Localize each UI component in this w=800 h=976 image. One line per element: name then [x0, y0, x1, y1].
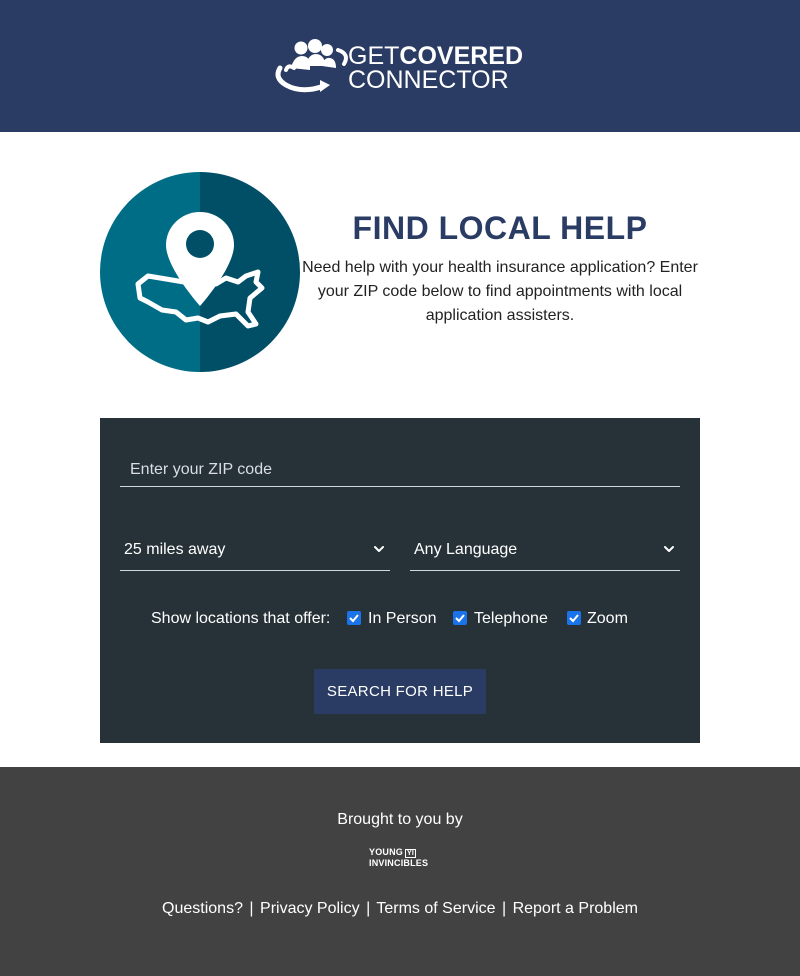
- search-for-help-button[interactable]: SEARCH FOR HELP: [314, 669, 486, 714]
- footer-links: Questions? | Privacy Policy | Terms of S…: [0, 900, 800, 918]
- page-title: FIND LOCAL HELP: [352, 210, 648, 246]
- young-invincibles-logo[interactable]: YOUNG YI INVINCIBLES: [369, 847, 433, 871]
- get-covered-connector-logo[interactable]: GETCOVERED CONNECTOR: [272, 38, 532, 96]
- search-panel: 25 miles away Any Language Show location…: [100, 418, 700, 743]
- privacy-policy-link[interactable]: Privacy Policy: [260, 900, 360, 917]
- language-select[interactable]: Any Language: [410, 533, 680, 571]
- terms-of-service-link[interactable]: Terms of Service: [376, 900, 495, 917]
- telephone-checkbox[interactable]: [453, 611, 467, 625]
- telephone-label[interactable]: Telephone: [474, 610, 548, 628]
- checkmark-icon: [349, 614, 359, 623]
- report-a-problem-link[interactable]: Report a Problem: [513, 900, 638, 917]
- language-select-value: Any Language: [414, 541, 518, 558]
- brought-to-you-by-text: Brought to you by: [337, 811, 463, 828]
- distance-select[interactable]: 25 miles away: [120, 533, 390, 571]
- location-type-filters: Show locations that offer: In Person Tel…: [100, 608, 700, 632]
- top-header: GETCOVERED CONNECTOR: [0, 0, 800, 132]
- zip-code-input[interactable]: [120, 453, 680, 487]
- link-separator: |: [366, 900, 371, 917]
- checkmark-icon: [569, 614, 579, 623]
- checkmark-icon: [455, 614, 465, 623]
- sponsor-line-1: YOUNG YI: [369, 847, 433, 858]
- map-location-pin-icon: [100, 172, 300, 372]
- in-person-checkbox[interactable]: [347, 611, 361, 625]
- zoom-label[interactable]: Zoom: [587, 610, 628, 628]
- page-description: Need help with your health insurance app…: [302, 259, 698, 324]
- logo-wordmark: GETCOVERED CONNECTOR: [348, 44, 523, 94]
- sponsor-young-text: YOUNG: [369, 847, 404, 857]
- offer-filter-label: Show locations that offer:: [151, 610, 331, 627]
- distance-select-value: 25 miles away: [124, 541, 226, 558]
- logo-line-1: GETCOVERED: [348, 44, 523, 69]
- chevron-down-icon: [664, 546, 674, 552]
- zoom-checkbox[interactable]: [567, 611, 581, 625]
- people-circle-logo-icon: [275, 39, 348, 93]
- page-footer: Brought to you by YOUNG YI INVINCIBLES Qu…: [0, 767, 800, 976]
- chevron-down-icon: [374, 546, 384, 552]
- link-separator: |: [249, 900, 254, 917]
- in-person-label[interactable]: In Person: [368, 610, 436, 628]
- sponsor-invincibles-text: INVINCIBLES: [369, 858, 429, 868]
- link-separator: |: [501, 900, 507, 917]
- questions-link[interactable]: Questions?: [162, 900, 243, 917]
- logo-connector-text: CONNECTOR: [348, 66, 509, 94]
- sponsor-yi-badge: YI: [405, 849, 417, 858]
